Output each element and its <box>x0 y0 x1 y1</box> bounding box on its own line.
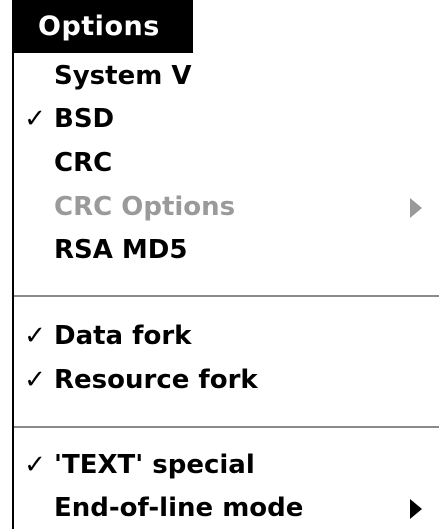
menu-item-label: CRC <box>54 148 113 178</box>
menu-item-label: System V <box>54 61 192 91</box>
submenu-arrow-icon <box>410 499 422 519</box>
menu-item-data-fork[interactable]: ✓ Data fork <box>14 316 439 356</box>
menu-item-label: CRC Options <box>54 192 236 222</box>
checkmark-icon: ✓ <box>24 321 46 351</box>
options-menu: System V ✓ BSD CRC CRC Options RSA MD5 ✓… <box>12 53 439 529</box>
menu-item-resource-fork[interactable]: ✓ Resource fork <box>14 360 439 400</box>
menu-item-system-v[interactable]: System V <box>14 56 439 96</box>
menu-item-label: BSD <box>54 104 115 134</box>
checkmark-icon: ✓ <box>24 104 46 134</box>
options-menu-title[interactable]: Options <box>12 0 193 53</box>
menu-item-label: Resource fork <box>54 365 258 395</box>
menu-item-label: Data fork <box>54 321 192 351</box>
menu-item-end-of-line-mode[interactable]: End-of-line mode <box>14 488 439 528</box>
menu-item-label: RSA MD5 <box>54 235 188 265</box>
menu-item-crc-options[interactable]: CRC Options <box>14 187 439 227</box>
menu-item-rsa-md5[interactable]: RSA MD5 <box>14 230 439 270</box>
menu-item-crc[interactable]: CRC <box>14 143 439 183</box>
menu-item-label: End-of-line mode <box>54 493 304 523</box>
menu-item-text-special[interactable]: ✓ 'TEXT' special <box>14 445 439 485</box>
checkmark-icon: ✓ <box>24 450 46 480</box>
menu-item-label: 'TEXT' special <box>54 450 255 480</box>
submenu-arrow-icon <box>410 198 422 218</box>
checkmark-icon: ✓ <box>24 365 46 395</box>
menu-separator <box>14 295 439 297</box>
menu-item-bsd[interactable]: ✓ BSD <box>14 99 439 139</box>
menu-separator <box>14 426 439 428</box>
